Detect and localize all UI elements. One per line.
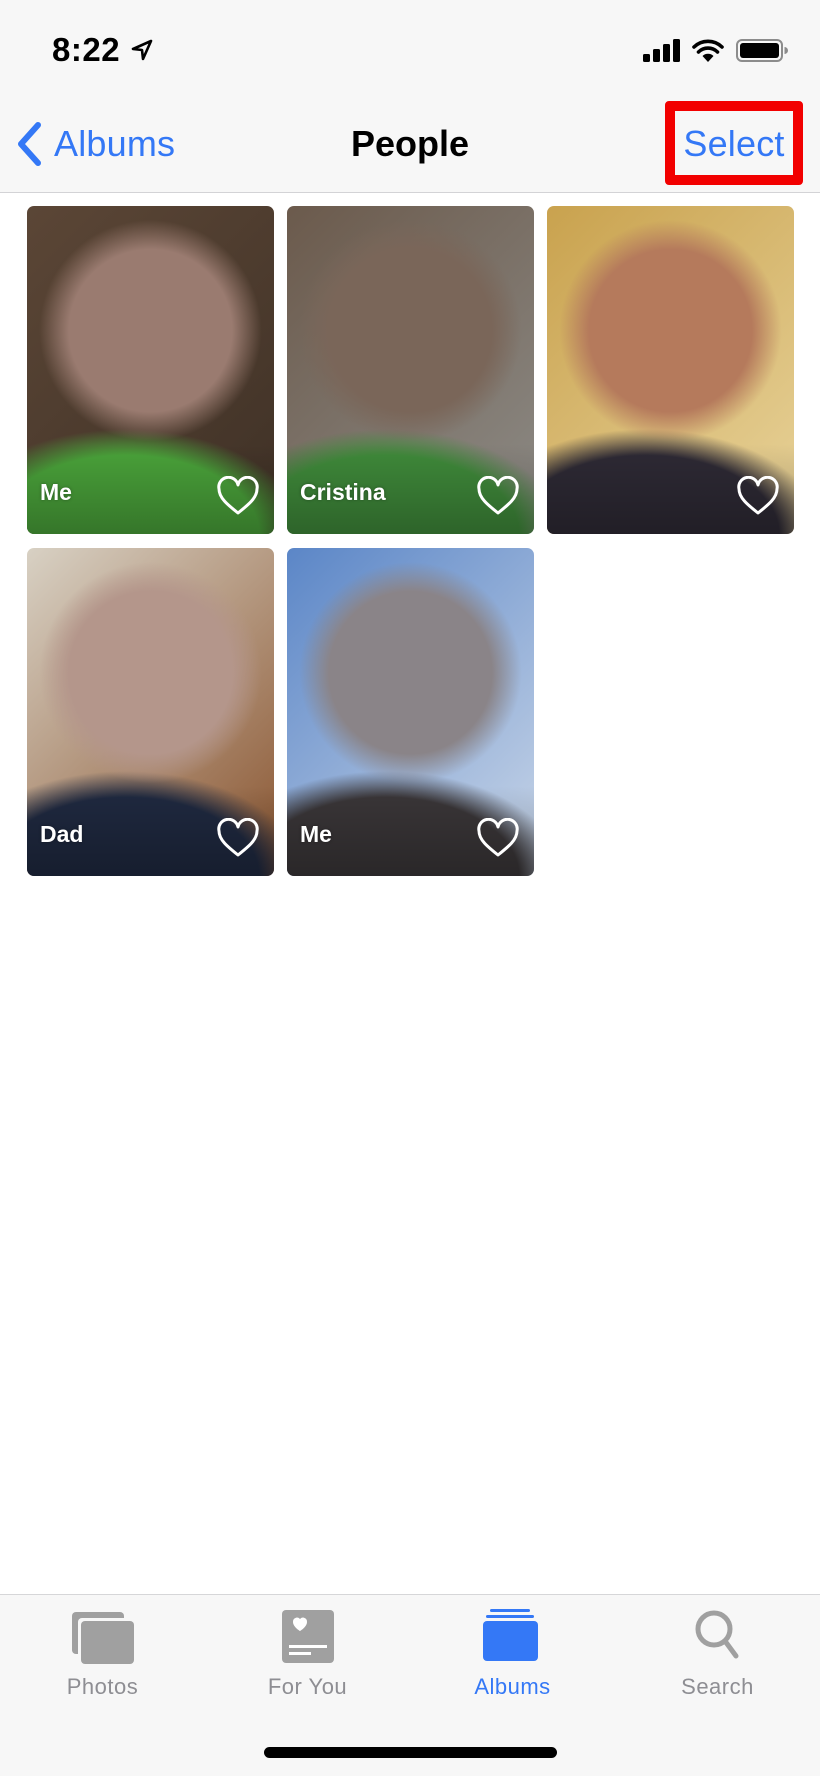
- person-tile[interactable]: Me: [27, 206, 274, 534]
- tab-label: Photos: [66, 1674, 139, 1699]
- chevron-left-icon: [18, 122, 41, 166]
- navigation-header: 8:22 Albums People Select: [0, 0, 820, 193]
- tab-label: Albums: [474, 1674, 551, 1699]
- person-name: Dad: [40, 821, 84, 847]
- back-button-label: Albums: [54, 123, 176, 164]
- tab-label: Search: [681, 1674, 754, 1699]
- wifi-icon: [692, 39, 724, 62]
- heart-icon[interactable]: [216, 818, 260, 858]
- tab-search[interactable]: Search: [615, 1595, 820, 1715]
- person-tile[interactable]: [547, 206, 794, 534]
- status-time: 8:22: [52, 31, 121, 68]
- person-tile[interactable]: Dad: [27, 548, 274, 876]
- tab-label: For You: [267, 1674, 348, 1699]
- person-tile[interactable]: Me: [287, 548, 534, 876]
- home-indicator[interactable]: [264, 1747, 557, 1758]
- heart-icon[interactable]: [476, 476, 520, 516]
- location-arrow-icon: [131, 39, 153, 61]
- tab-photos[interactable]: Photos: [0, 1595, 205, 1715]
- person-name: Me: [300, 821, 332, 847]
- heart-icon[interactable]: [736, 476, 780, 516]
- heart-icon[interactable]: [216, 476, 260, 516]
- battery-icon: [736, 39, 788, 62]
- albums-icon: [482, 1609, 538, 1661]
- person-tile[interactable]: Cristina: [287, 206, 534, 534]
- back-button[interactable]: Albums: [14, 118, 175, 170]
- tab-albums[interactable]: Albums: [410, 1595, 615, 1715]
- person-name: Me: [40, 479, 72, 505]
- photos-icon: [71, 1612, 134, 1664]
- for-you-icon: [281, 1610, 334, 1663]
- select-button[interactable]: Select: [672, 118, 796, 170]
- search-icon: [695, 1610, 738, 1659]
- tab-for-you[interactable]: For You: [205, 1595, 410, 1715]
- heart-icon[interactable]: [476, 818, 520, 858]
- person-name: Cristina: [300, 479, 386, 505]
- cellular-signal-icon: [643, 39, 680, 62]
